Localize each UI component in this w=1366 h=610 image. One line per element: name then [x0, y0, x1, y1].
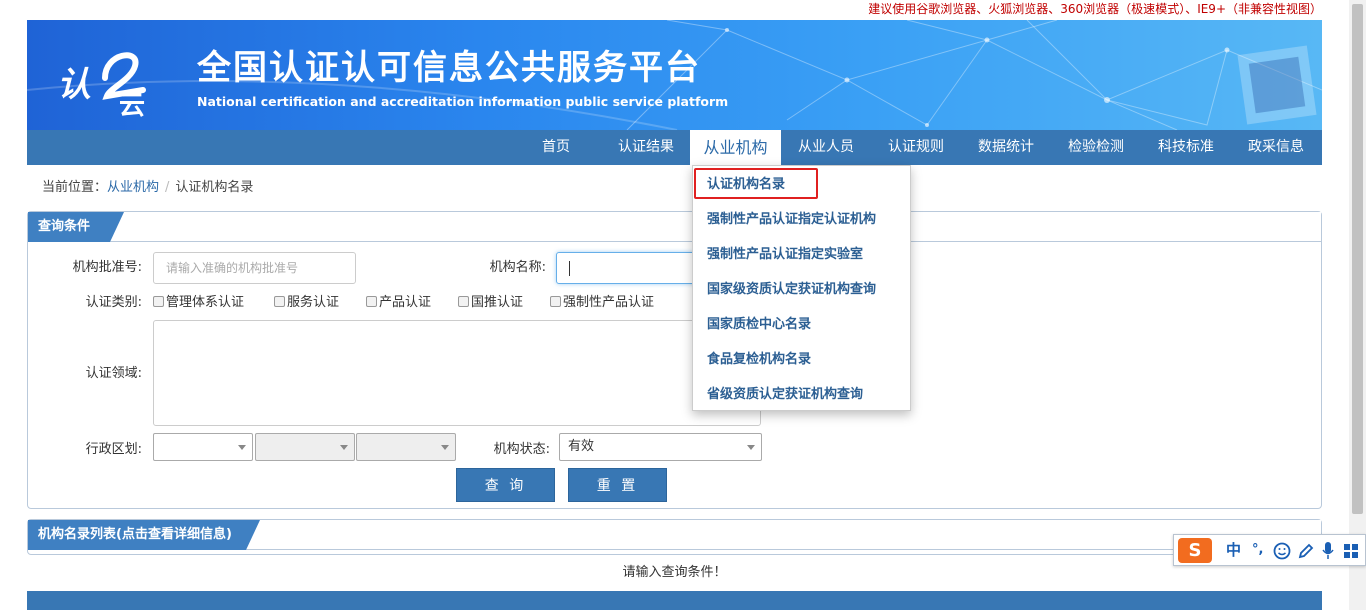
checkbox-icon[interactable] — [458, 296, 469, 307]
dropdown-item-national-centers[interactable]: 国家质检中心名录 — [707, 315, 811, 335]
ime-toolbar: S 中 °, — [1173, 534, 1366, 566]
cert-type-ccc[interactable]: 强制性产品认证 — [550, 294, 654, 312]
main-nav: 首页 认证结果 从业机构 从业人员 认证规则 数据统计 检验检测 科技标准 政采… — [27, 130, 1322, 165]
footer-bar — [27, 591, 1322, 610]
site-subtitle: National certification and accreditation… — [197, 94, 729, 109]
dropdown-item-food-recheck[interactable]: 食品复检机构名录 — [707, 350, 811, 370]
text-caret — [569, 261, 570, 276]
result-panel-header: 机构名录列表(点击查看详细信息) — [28, 520, 1321, 550]
nav-tech-standards[interactable]: 科技标准 — [1145, 130, 1227, 165]
breadcrumb-current: 认证机构名录 — [175, 180, 254, 195]
cert-field-textarea[interactable] — [153, 320, 761, 426]
site-banner: 认 云 全国认证认可信息公共服务平台 National certificatio… — [27, 20, 1322, 130]
smiley-icon[interactable] — [1273, 542, 1291, 560]
nav-statistics[interactable]: 数据统计 — [965, 130, 1047, 165]
cert-type-national[interactable]: 国推认证 — [458, 294, 523, 312]
breadcrumb-prefix: 当前位置： — [42, 180, 108, 195]
renzhengyun-logo: 认 云 — [57, 52, 146, 118]
breadcrumb-section-link[interactable]: 从业机构 — [107, 180, 159, 195]
svg-text:云: 云 — [119, 91, 145, 118]
region-province-select[interactable] — [153, 433, 253, 461]
ime-punct-indicator[interactable]: °, — [1252, 540, 1263, 560]
dropdown-item-ccc-cert-orgs[interactable]: 强制性产品认证指定认证机构 — [707, 210, 876, 230]
chevron-down-icon — [340, 445, 348, 450]
dropdown-item-provincial-qual[interactable]: 省级资质认定获证机构查询 — [707, 385, 863, 405]
breadcrumb-separator: / — [165, 180, 170, 195]
institutions-dropdown-menu: 认证机构名录 强制性产品认证指定认证机构 强制性产品认证指定实验室 国家级资质认… — [692, 165, 911, 411]
nav-procurement[interactable]: 政采信息 — [1235, 130, 1317, 165]
query-panel-title: 查询条件 — [28, 212, 124, 242]
nav-institutions[interactable]: 从业机构 — [690, 130, 781, 165]
status-select[interactable]: 有效 — [559, 433, 762, 461]
sogou-logo-icon[interactable]: S — [1178, 538, 1212, 563]
grid-icon[interactable] — [1343, 543, 1359, 559]
scrollbar-thumb[interactable] — [1352, 4, 1363, 514]
approval-no-input[interactable]: 请输入准确的机构批准号 — [153, 252, 356, 284]
nav-cert-rules[interactable]: 认证规则 — [875, 130, 957, 165]
nav-inspection[interactable]: 检验检测 — [1055, 130, 1137, 165]
cert-type-label: 认证类别: — [85, 295, 142, 310]
svg-text:认: 认 — [57, 65, 91, 105]
mic-icon[interactable] — [1321, 541, 1335, 561]
query-panel: 查询条件 机构批准号: 请输入准确的机构批准号 机构名称: 认证类别: 管理体系… — [27, 211, 1322, 509]
site-title: 全国认证认可信息公共服务平台 — [197, 48, 701, 88]
browser-notice: 建议使用谷歌浏览器、火狐浏览器、360浏览器（极速模式）、IE9+（非兼容性视图… — [868, 2, 1322, 16]
checkbox-icon[interactable] — [366, 296, 377, 307]
approval-no-label: 机构批准号: — [72, 260, 142, 275]
dropdown-item-cert-orgs[interactable]: 认证机构名录 — [707, 175, 785, 195]
cert-type-management[interactable]: 管理体系认证 — [153, 294, 244, 312]
pen-icon[interactable] — [1297, 542, 1315, 560]
result-panel: 机构名录列表(点击查看详细信息) — [27, 519, 1322, 555]
chevron-down-icon — [747, 445, 755, 450]
chevron-down-icon — [441, 445, 449, 450]
nav-home[interactable]: 首页 — [523, 130, 589, 165]
result-panel-title: 机构名录列表(点击查看详细信息) — [28, 520, 260, 550]
nav-personnel[interactable]: 从业人员 — [785, 130, 867, 165]
region-label: 行政区划: — [85, 442, 142, 457]
nav-cert-results[interactable]: 认证结果 — [605, 130, 687, 165]
status-label: 机构状态: — [493, 442, 550, 457]
region-city-select[interactable] — [255, 433, 355, 461]
breadcrumb: 当前位置：从业机构 / 认证机构名录 — [42, 178, 253, 198]
org-name-label: 机构名称: — [489, 260, 546, 275]
cert-field-label: 认证领域: — [85, 366, 142, 381]
cert-type-service[interactable]: 服务认证 — [274, 294, 339, 312]
checkbox-icon[interactable] — [153, 296, 164, 307]
checkbox-icon[interactable] — [274, 296, 285, 307]
dropdown-item-ccc-labs[interactable]: 强制性产品认证指定实验室 — [707, 245, 863, 265]
cert-type-product[interactable]: 产品认证 — [366, 294, 431, 312]
chevron-down-icon — [238, 445, 246, 450]
search-button[interactable]: 查 询 — [456, 468, 555, 502]
page-scrollbar[interactable] — [1349, 0, 1366, 610]
region-district-select[interactable] — [356, 433, 456, 461]
reset-button[interactable]: 重 置 — [568, 468, 667, 502]
query-panel-header: 查询条件 — [28, 212, 1321, 242]
ime-mode-indicator[interactable]: 中 — [1226, 540, 1241, 560]
checkbox-icon[interactable] — [550, 296, 561, 307]
dropdown-item-national-qual[interactable]: 国家级资质认定获证机构查询 — [707, 280, 876, 300]
query-hint: 请输入查询条件！ — [622, 565, 727, 580]
